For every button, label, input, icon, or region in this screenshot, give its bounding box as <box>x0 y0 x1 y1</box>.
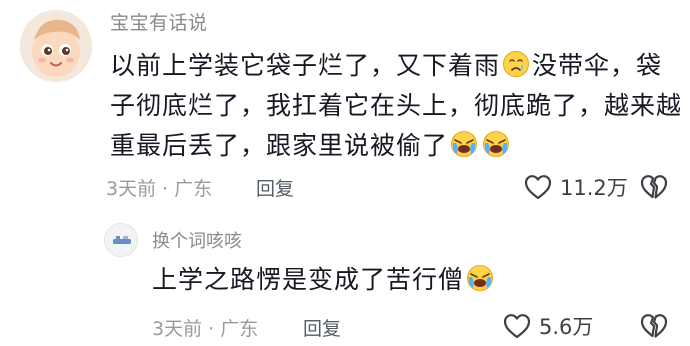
like-count: 11.2万 <box>560 176 628 200</box>
comment-text-segment: 以前上学装它袋子烂了，又下着雨 <box>110 51 501 80</box>
reply-location: 广东 <box>220 318 259 340</box>
comment-line-2: 子彻底烂了，我扛着它在头上，彻底跪了，越来越 <box>110 91 683 120</box>
avatar[interactable] <box>20 10 92 82</box>
crying-face-icon <box>483 131 510 157</box>
reply-meta: 3天前 · 广东 <box>152 314 258 341</box>
comment-text-segment: 重最后丢了，跟家里说被偷了 <box>110 131 449 160</box>
crying-face-icon <box>451 131 478 157</box>
broken-heart-icon <box>640 314 668 338</box>
comment-line-3: 重最后丢了，跟家里说被偷了 <box>110 126 670 166</box>
crying-face-icon <box>467 265 494 291</box>
reply-dislike-button[interactable] <box>640 313 668 343</box>
reply-body: 上学之路愣是变成了苦行僧 <box>152 262 496 298</box>
comment-location: 广东 <box>174 178 213 200</box>
logo-avatar-icon <box>105 224 137 256</box>
reply-like-button[interactable]: 5.6万 <box>503 311 593 341</box>
sad-face-icon <box>503 51 530 77</box>
reply-reply-button[interactable]: 回复 <box>303 314 341 341</box>
dislike-button[interactable] <box>640 174 668 204</box>
comment-time: 3天前 <box>106 178 157 200</box>
reply-avatar[interactable] <box>104 223 138 257</box>
like-button[interactable]: 11.2万 <box>524 172 628 202</box>
baby-avatar-icon <box>20 10 92 82</box>
reply-like-count: 5.6万 <box>539 315 594 339</box>
comment-meta: 3天前 · 广东 <box>106 174 212 201</box>
heart-icon <box>503 314 531 339</box>
comment-line-1: 以前上学装它袋子烂了，又下着雨 没带伞，袋 <box>110 46 670 86</box>
heart-icon <box>524 175 552 200</box>
reply-username[interactable]: 换个词咳咳 <box>152 227 242 253</box>
comment-text-segment: 没带伞，袋 <box>532 51 663 80</box>
meta-separator: · <box>162 178 169 200</box>
reply-button[interactable]: 回复 <box>256 174 294 201</box>
meta-separator: · <box>208 318 215 340</box>
reply-text: 上学之路愣是变成了苦行僧 <box>152 265 465 294</box>
comment-body: 以前上学装它袋子烂了，又下着雨 没带伞，袋 子彻底烂了，我扛着它在头上，彻底跪了… <box>110 46 683 166</box>
comment-username[interactable]: 宝宝有话说 <box>110 8 208 35</box>
broken-heart-icon <box>640 175 668 199</box>
reply-time: 3天前 <box>152 318 203 340</box>
